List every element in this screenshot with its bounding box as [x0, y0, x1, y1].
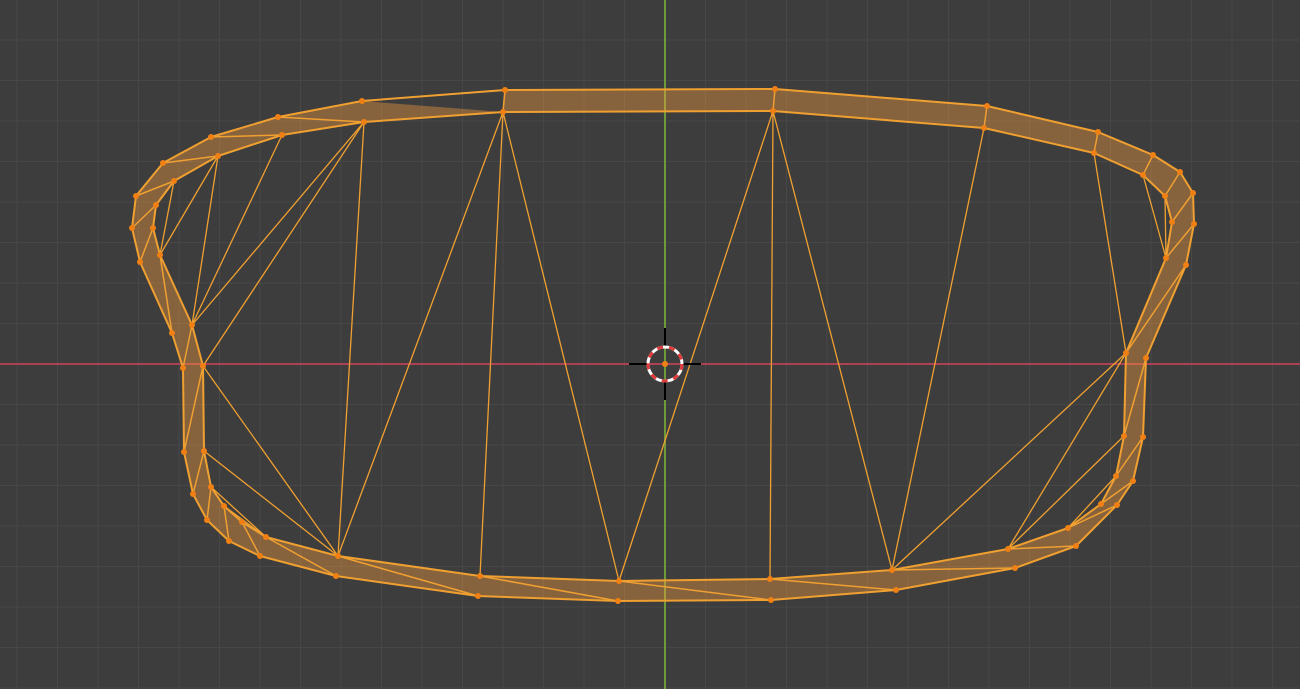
- mesh-vertex: [1121, 433, 1127, 439]
- mesh-vertex: [359, 98, 365, 104]
- mesh-vertex: [201, 448, 207, 454]
- mesh-vertex: [893, 587, 899, 593]
- mesh-vertex: [150, 225, 156, 231]
- mesh-vertex: [181, 449, 187, 455]
- mesh-vertex: [160, 160, 166, 166]
- mesh-vertex: [1169, 219, 1175, 225]
- mesh-vertex: [1143, 355, 1149, 361]
- mesh-face: [163, 135, 282, 163]
- mesh-vertex: [1190, 190, 1196, 196]
- mesh-vertex: [190, 491, 196, 497]
- mesh-vertex: [157, 252, 163, 258]
- mesh-vertex: [153, 202, 159, 208]
- mesh-vertex: [171, 178, 177, 184]
- mesh-vertex: [208, 134, 214, 140]
- mesh-vertex: [1191, 221, 1197, 227]
- mesh-edge: [891, 352, 1127, 571]
- mesh-vertex: [263, 534, 269, 540]
- mesh-edge: [502, 111, 620, 582]
- mesh-vertex: [1065, 525, 1071, 531]
- mesh-vertex: [772, 86, 778, 92]
- mesh-vertex: [180, 365, 186, 371]
- mesh-vertex: [279, 132, 285, 138]
- mesh-edge: [772, 110, 893, 571]
- mesh-edge: [1125, 264, 1187, 354]
- mesh-edge: [337, 121, 365, 557]
- mesh-vertex: [770, 108, 776, 114]
- mesh-vertex: [1123, 350, 1129, 356]
- mesh-face: [773, 89, 987, 128]
- mesh-vertex: [133, 193, 139, 199]
- mesh-edge: [479, 111, 504, 577]
- mesh-edge: [202, 121, 365, 367]
- mesh-vertex: [239, 519, 245, 525]
- mesh-vertex: [200, 363, 206, 369]
- mesh-vertex: [767, 576, 773, 582]
- mesh-vertex: [333, 573, 339, 579]
- mesh-vertex: [1012, 565, 1018, 571]
- mesh-vertex: [1091, 150, 1097, 156]
- mesh-edges: [131, 88, 1195, 602]
- mesh-face: [503, 89, 775, 112]
- mesh-vertex: [1098, 501, 1104, 507]
- mesh-vertex: [502, 87, 508, 93]
- mesh-vertex: [475, 593, 481, 599]
- mesh-vertex: [226, 538, 232, 544]
- mesh-vertex: [137, 259, 143, 265]
- mesh-vertex: [361, 119, 367, 125]
- mesh-face: [984, 106, 1098, 153]
- mesh-vertex: [1150, 152, 1156, 158]
- mesh-vertex: [1163, 255, 1169, 261]
- 3d-cursor-icon[interactable]: [629, 328, 701, 400]
- mesh-vertex: [1073, 543, 1079, 549]
- mesh-edge: [1164, 195, 1167, 259]
- mesh-vertex: [208, 484, 214, 490]
- mesh-vertex: [1005, 546, 1011, 552]
- mesh-vertex: [257, 553, 263, 559]
- mesh-vertex: [500, 109, 506, 115]
- mesh-vertex: [169, 330, 175, 336]
- mesh-vertex: [1183, 262, 1189, 268]
- mesh-vertex: [1140, 434, 1146, 440]
- mesh-vertex: [1113, 473, 1119, 479]
- mesh-vertex: [1130, 478, 1136, 484]
- mesh-edge: [337, 111, 504, 557]
- mesh-edge: [891, 127, 985, 571]
- mesh-vertex: [1177, 169, 1183, 175]
- mesh-edge: [618, 110, 774, 582]
- mesh-vertex: [1162, 193, 1168, 199]
- mesh-vertex: [981, 125, 987, 131]
- mesh-vertex: [275, 114, 281, 120]
- mesh-face: [1094, 132, 1153, 175]
- mesh-vertex: [189, 322, 195, 328]
- mesh-vertex: [984, 103, 990, 109]
- mesh-vertex: [616, 578, 622, 584]
- mesh-vertex: [204, 517, 210, 523]
- 3d-viewport[interactable]: [0, 0, 1300, 689]
- mesh-vertex: [1095, 129, 1101, 135]
- mesh-vertex: [129, 225, 135, 231]
- mesh-face: [1126, 224, 1194, 353]
- mesh-vertex: [335, 553, 341, 559]
- mesh-vertex: [1140, 172, 1146, 178]
- mesh-vertex: [889, 567, 895, 573]
- mesh-edge: [769, 110, 774, 580]
- mesh-vertex: [615, 598, 621, 604]
- mesh-edge-loop: [131, 88, 1195, 602]
- mesh-vertex: [215, 153, 221, 159]
- mesh-vertex: [221, 503, 227, 509]
- mesh-vertex: [768, 597, 774, 603]
- mesh-vertex: [1114, 502, 1120, 508]
- mesh-faces: [132, 89, 1194, 601]
- mesh-vertex: [477, 573, 483, 579]
